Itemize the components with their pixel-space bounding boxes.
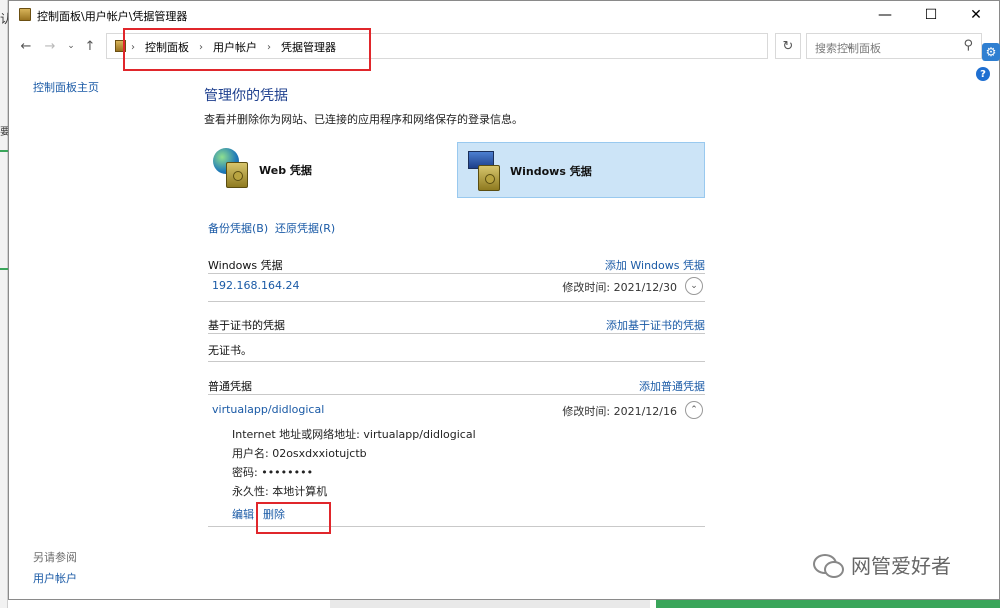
close-icon: ✕ [970,7,982,23]
edit-link[interactable]: 编辑 [232,506,254,522]
restore-credentials-link[interactable]: 还原凭据(R) [275,220,335,236]
search-placeholder: 搜索控制面板 [815,42,881,55]
recent-locations-button[interactable]: ⌄ [62,37,80,55]
chevron-down-icon: ⌄ [67,41,75,51]
arrow-left-icon: ← [20,38,32,54]
credential-persistence: 永久性: 本地计算机 [232,485,328,498]
arrow-up-icon: ↑ [84,38,96,54]
chevron-down-icon: ⌄ [690,281,698,291]
highlight-box [123,28,371,71]
vault-icon [19,8,31,21]
empty-message: 无证书。 [208,344,252,357]
web-credentials-label: Web 凭据 [259,164,312,177]
refresh-button[interactable]: ↻ [775,33,801,59]
section-title: 基于证书的凭据 [208,319,285,332]
windows-credentials-label: Windows 凭据 [510,165,592,178]
expand-button[interactable]: ⌄ [685,277,703,295]
section-title: Windows 凭据 [208,259,283,272]
help-icon[interactable]: ? [976,67,990,81]
window-title: 控制面板\用户帐户\凭据管理器 [37,10,188,23]
up-button[interactable]: ↑ [81,37,99,55]
close-button[interactable]: ✕ [953,1,999,29]
background-window-strip: 认 要 [0,0,12,608]
back-button[interactable]: ← [17,37,35,55]
watermark: 网管爱好者 [813,550,951,579]
forward-button[interactable]: → [41,37,59,55]
credential-manager-window: 控制面板\用户帐户\凭据管理器 — ☐ ✕ ← → ⌄ ↑ › 控制面板 › 用… [8,0,1000,600]
add-certificate-credential-link[interactable]: 添加基于证书的凭据 [606,317,705,333]
page-description: 查看并删除你为网站、已连接的应用程序和网络保存的登录信息。 [204,113,523,126]
add-generic-credential-link[interactable]: 添加普通凭据 [639,378,705,394]
add-windows-credential-link[interactable]: 添加 Windows 凭据 [605,257,705,273]
search-icon[interactable]: ⚲ [963,38,973,53]
credential-name[interactable]: virtualapp/didlogical [212,403,324,416]
windows-credentials-section: Windows 凭据 添加 Windows 凭据 192.168.164.24 … [208,257,705,305]
highlight-box [256,502,331,534]
control-panel-home-link[interactable]: 控制面板主页 [33,79,99,95]
watermark-text: 网管爱好者 [851,554,951,578]
credential-address: Internet 地址或网络地址: virtualapp/didlogical [232,428,476,441]
credential-modified: 修改时间: 2021/12/16 [562,405,677,418]
minimize-icon: — [878,7,892,23]
search-input[interactable]: 搜索控制面板 ⚲ [806,33,982,59]
title-bar[interactable]: 控制面板\用户帐户\凭据管理器 — ☐ ✕ [9,1,999,29]
gear-icon[interactable]: ⚙ [982,43,1000,61]
maximize-icon: ☐ [924,7,938,23]
certificate-credentials-section: 基于证书的凭据 添加基于证书的凭据 无证书。 [208,317,705,365]
credential-name[interactable]: 192.168.164.24 [212,279,299,292]
minimize-button[interactable]: — [862,1,908,29]
safe-icon [478,165,500,191]
safe-icon [226,162,248,188]
chevron-up-icon: ⌃ [690,405,698,415]
refresh-icon: ↻ [782,38,794,54]
credential-password: 密码: •••••••• [232,466,314,479]
collapse-button[interactable]: ⌃ [685,401,703,419]
arrow-right-icon: → [44,38,56,54]
maximize-button[interactable]: ☐ [908,1,954,29]
backup-credentials-link[interactable]: 备份凭据(B) [208,220,268,236]
web-credentials-tile[interactable]: Web 凭据 [204,142,434,198]
page-title: 管理你的凭据 [204,88,288,104]
credential-username: 用户名: 02osxdxxiotujctb [232,447,367,460]
user-accounts-link[interactable]: 用户帐户 [33,570,77,586]
section-title: 普通凭据 [208,380,252,393]
see-also-heading: 另请参阅 [33,551,77,564]
wechat-icon [813,552,844,578]
credential-modified: 修改时间: 2021/12/30 [562,281,677,294]
windows-credentials-tile[interactable]: Windows 凭据 [457,142,705,198]
